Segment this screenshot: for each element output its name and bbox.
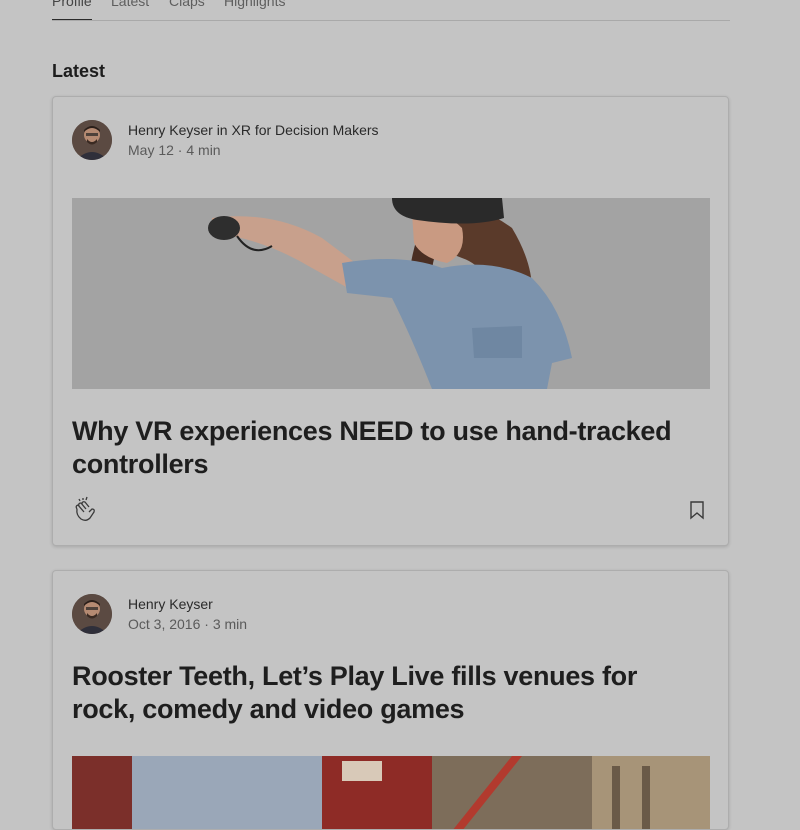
tab-highlights[interactable]: Highlights: [224, 0, 285, 19]
tab-latest[interactable]: Latest: [111, 0, 149, 19]
author-publication[interactable]: Henry Keyser in XR for Decision Makers: [128, 122, 379, 138]
post-title[interactable]: Rooster Teeth, Let’s Play Live fills ven…: [72, 660, 672, 726]
author-avatar[interactable]: [72, 120, 112, 160]
post-image[interactable]: [72, 198, 710, 389]
post-meta: May 12 · 4 min: [128, 142, 221, 158]
post-card[interactable]: Henry Keyser Oct 3, 2016 · 3 min Rooster…: [52, 570, 729, 830]
tab-claps[interactable]: Claps: [169, 0, 205, 19]
profile-tabs: Profile Latest Claps Highlights: [52, 0, 730, 21]
clap-icon[interactable]: [72, 495, 98, 523]
post-meta: Oct 3, 2016 · 3 min: [128, 616, 248, 632]
author-avatar[interactable]: [72, 594, 112, 634]
author-name[interactable]: Henry Keyser: [128, 596, 213, 612]
section-title: Latest: [52, 61, 106, 81]
post-title[interactable]: Why VR experiences NEED to use hand-trac…: [72, 415, 672, 481]
tab-profile[interactable]: Profile: [52, 0, 92, 20]
post-card[interactable]: Henry Keyser in XR for Decision Makers M…: [52, 96, 729, 546]
bookmark-icon[interactable]: [689, 500, 705, 520]
post-image[interactable]: [72, 756, 710, 829]
